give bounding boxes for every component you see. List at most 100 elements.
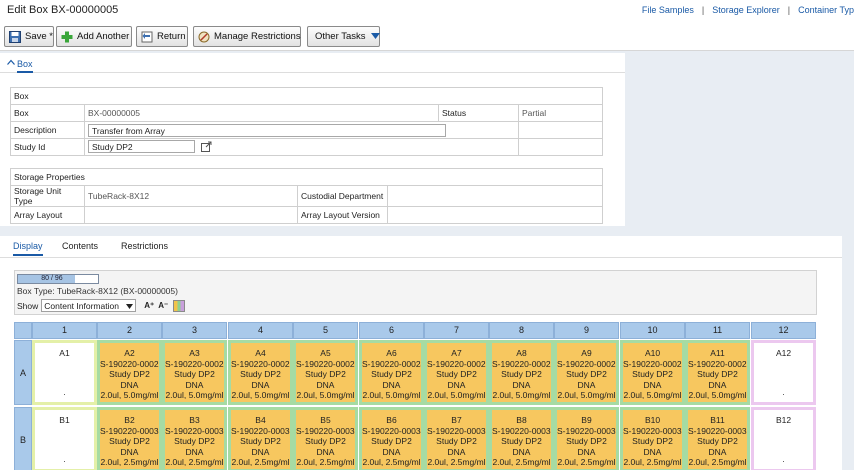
grid-cell[interactable]: B12. [751, 407, 816, 470]
tab-contents[interactable]: Contents [62, 241, 98, 251]
cell-sample-type: DNA [643, 446, 662, 457]
empty-marker: . [63, 453, 66, 464]
grid-cell[interactable]: A3 S-190220-00021 Study DP2 DNA 2.0ul, 5.0mg… [162, 340, 227, 405]
column-header[interactable]: 10 [620, 322, 685, 339]
column-header[interactable]: 3 [162, 322, 227, 339]
box-panel-title: Box [17, 59, 33, 73]
cell-sample-id: S-190220-00039 [688, 425, 750, 436]
cell-position: A10 [644, 348, 661, 358]
grid-cell[interactable]: B7 S-190220-00035 Study DP2 DNA 2.0ul, 2.5mg… [424, 407, 489, 470]
cell-position: B5 [320, 415, 331, 425]
fill-progress-bar: 80 / 96 [17, 274, 99, 284]
column-header[interactable]: 7 [424, 322, 489, 339]
cell-concentration: 2.0ul, 2.5mg/ml [100, 457, 159, 467]
cell-study: Study DP2 [436, 369, 477, 379]
column-header[interactable]: 12 [751, 322, 816, 339]
cell-sample-id: S-190220-00028 [623, 358, 685, 369]
add-another-button[interactable]: Add Another [56, 26, 132, 47]
cell-concentration: 2.0ul, 2.5mg/ml [165, 457, 224, 467]
font-increase-button[interactable]: A⁺ [144, 301, 154, 310]
tab-display[interactable]: Display [13, 241, 43, 256]
grid-cell[interactable]: B4 S-190220-00032 Study DP2 DNA 2.0ul, 2.5mg… [228, 407, 293, 470]
cell-position: B8 [516, 415, 527, 425]
study-id-input[interactable]: Study DP2 [88, 139, 195, 153]
grid-cell[interactable]: A1. [32, 340, 97, 405]
custodial-department-value [387, 185, 603, 207]
box-panel-header[interactable]: Box [0, 53, 625, 73]
storage-explorer-link[interactable]: Storage Explorer [712, 5, 780, 15]
column-header[interactable]: 8 [489, 322, 554, 339]
grid-cell[interactable]: A12. [751, 340, 816, 405]
cell-sample-id: S-190220-00033 [296, 425, 358, 436]
array-layout-label: Array Layout [10, 206, 85, 224]
external-link-icon[interactable] [201, 141, 212, 154]
column-header[interactable]: 4 [228, 322, 293, 339]
grid-cell[interactable]: A5 S-190220-00023 Study DP2 DNA 2.0ul, 5.0mg… [293, 340, 358, 405]
grid-cell[interactable]: B2 S-190220-00030 Study DP2 DNA 2.0ul, 2.5mg… [97, 407, 162, 470]
cell-concentration: 2.0ul, 2.5mg/ml [231, 457, 290, 467]
container-type-link[interactable]: Container Typ [798, 5, 854, 15]
manage-restrictions-label: Manage Restrictions [214, 31, 301, 42]
row-header[interactable]: A [14, 340, 32, 405]
column-header[interactable]: 5 [293, 322, 358, 339]
grid-cell[interactable]: B3 S-190220-00031 Study DP2 DNA 2.0ul, 2.5mg… [162, 407, 227, 470]
cell-position: A5 [320, 348, 331, 358]
row-header[interactable]: B [14, 407, 32, 470]
dropdown-arrow-icon [370, 31, 380, 42]
other-tasks-button[interactable]: Other Tasks [307, 26, 380, 47]
file-samples-link[interactable]: File Samples [642, 5, 694, 15]
description-input[interactable]: Transfer from Array [88, 123, 446, 137]
save-button[interactable]: Save * [4, 26, 54, 47]
box-type-text: Box Type: TubeRack-8X12 (BX-00000005) [17, 286, 178, 296]
description-label: Description [10, 121, 85, 139]
show-label: Show [17, 300, 39, 311]
cell-sample-id: S-190220-00030 [100, 425, 162, 436]
grid-cell[interactable]: A4 S-190220-00022 Study DP2 DNA 2.0ul, 5.0mg… [228, 340, 293, 405]
add-icon [61, 31, 73, 43]
cell-study: Study DP2 [305, 369, 346, 379]
cell-position: B2 [124, 415, 135, 425]
manage-restrictions-button[interactable]: Manage Restrictions [193, 26, 301, 47]
empty-marker: . [782, 386, 785, 397]
grid-cell[interactable]: A8 S-190220-00026 Study DP2 DNA 2.0ul, 5.0mg… [489, 340, 554, 405]
collapse-chevron-icon[interactable] [7, 58, 15, 67]
column-header[interactable]: 2 [97, 322, 162, 339]
cell-sample-id: S-190220-00036 [492, 425, 554, 436]
cell-position: B11 [710, 415, 725, 425]
column-header[interactable]: 9 [554, 322, 619, 339]
cell-position: B4 [255, 415, 266, 425]
grid-cell[interactable]: A11 S-190220-00029 Study DP2 DNA 2.0ul, 5.0m… [685, 340, 750, 405]
column-header[interactable]: 6 [359, 322, 424, 339]
cell-concentration: 2.0ul, 5.0mg/ml [362, 390, 421, 400]
grid-cell[interactable]: A6 S-190220-00024 Study DP2 DNA 2.0ul, 5.0mg… [359, 340, 424, 405]
status-value: Partial [518, 104, 603, 122]
grid-cell[interactable]: A10 S-190220-00028 Study DP2 DNA 2.0ul, 5.0m… [620, 340, 685, 405]
tab-restrictions[interactable]: Restrictions [121, 241, 168, 251]
legend-icon[interactable] [173, 299, 186, 312]
font-decrease-button[interactable]: A⁻ [158, 301, 168, 310]
grid-cell[interactable]: B10 S-190220-00038 Study DP2 DNA 2.0ul, 2.5m… [620, 407, 685, 470]
show-select[interactable]: Content Information [41, 299, 137, 312]
storage-unit-type-value: TubeRack-8X12 [84, 185, 298, 207]
grid-cell[interactable]: B6 S-190220-00034 Study DP2 DNA 2.0ul, 2.5mg… [359, 407, 424, 470]
grid-cell[interactable]: B1. [32, 407, 97, 470]
column-header[interactable]: 11 [685, 322, 750, 339]
tabs-panel: Display Contents Restrictions 80 / 96 Bo… [0, 236, 842, 470]
cell-concentration: 2.0ul, 5.0mg/ml [165, 390, 224, 400]
grid-cell[interactable]: B5 S-190220-00033 Study DP2 DNA 2.0ul, 2.5mg… [293, 407, 358, 470]
link-separator: | [701, 5, 705, 15]
grid-cell[interactable]: A7 S-190220-00025 Study DP2 DNA 2.0ul, 5.0mg… [424, 340, 489, 405]
return-button[interactable]: Return [136, 26, 188, 47]
grid-cell[interactable]: A9 S-190220-00027 Study DP2 DNA 2.0ul, 5.0mg… [554, 340, 619, 405]
grid-cell[interactable]: B11 S-190220-00039 Study DP2 DNA 2.0ul, 2.5m… [685, 407, 750, 470]
other-tasks-label: Other Tasks [315, 31, 366, 42]
cell-study: Study DP2 [240, 436, 281, 446]
cell-sample-id: S-190220-00021 [165, 358, 227, 369]
grid-cell[interactable]: B8 S-190220-00036 Study DP2 DNA 2.0ul, 2.5mg… [489, 407, 554, 470]
column-header[interactable]: 1 [32, 322, 97, 339]
box-grid: 1 2 3 4 5 6 7 8 9 10 11 12 A A1. A2 S-190220-00020 Study… [14, 322, 817, 470]
grid-cell[interactable]: B9 S-190220-00037 Study DP2 DNA 2.0ul, 2.5mg… [554, 407, 619, 470]
grid-cell[interactable]: A2 S-190220-00020 Study DP2 DNA 2.0ul, 5.0mg… [97, 340, 162, 405]
display-info-box: 80 / 96 Box Type: TubeRack-8X12 (BX-0000… [14, 270, 817, 315]
right-pane [625, 53, 854, 236]
